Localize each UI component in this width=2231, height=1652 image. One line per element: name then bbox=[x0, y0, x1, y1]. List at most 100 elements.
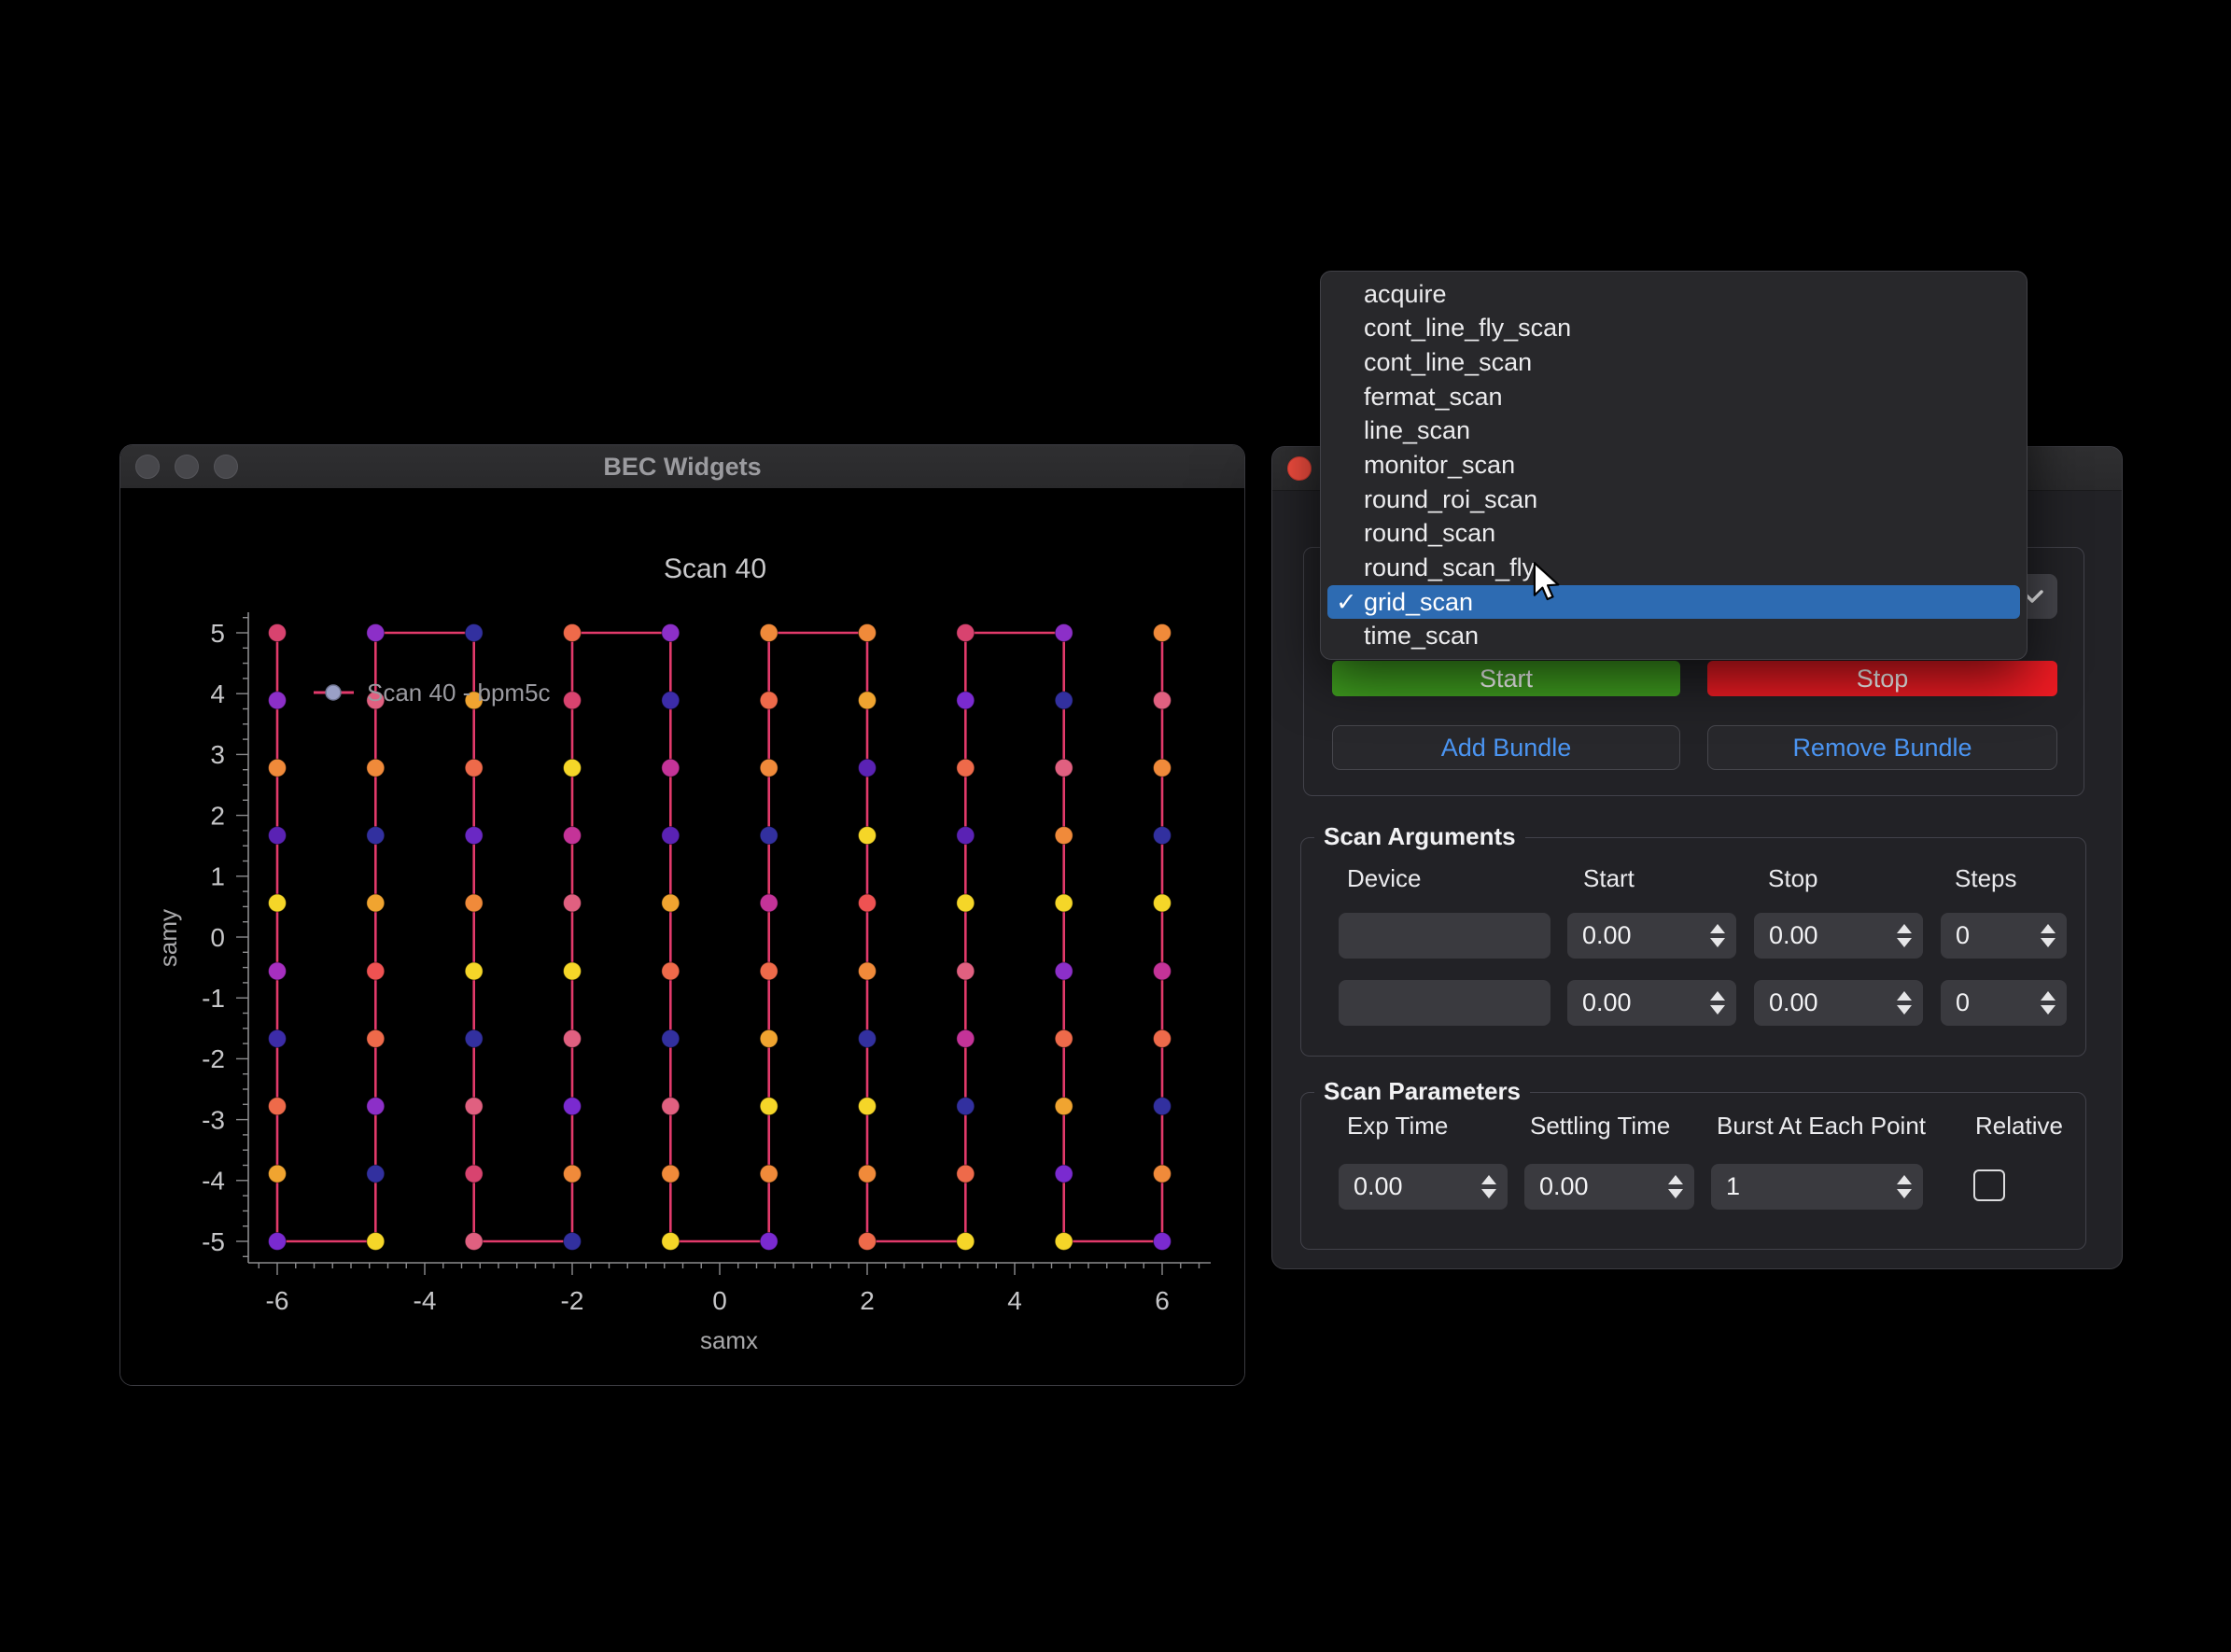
device-input[interactable] bbox=[1339, 913, 1550, 959]
svg-text:Scan 40: Scan 40 bbox=[664, 553, 766, 584]
header-steps: Steps bbox=[1955, 864, 2017, 893]
checkmark-icon: ✓ bbox=[1336, 588, 1357, 617]
svg-text:4: 4 bbox=[1007, 1286, 1022, 1315]
menu-item-label: round_scan bbox=[1364, 519, 1495, 548]
spin-down-icon[interactable] bbox=[1481, 1189, 1496, 1198]
spin-down-icon[interactable] bbox=[1897, 1005, 1912, 1015]
spin-down-icon[interactable] bbox=[1710, 1005, 1725, 1015]
svg-text:1: 1 bbox=[210, 862, 225, 891]
steps-spinbox[interactable]: 0 bbox=[1941, 913, 2067, 959]
mouse-cursor bbox=[1531, 562, 1561, 605]
spin-down-icon[interactable] bbox=[1897, 1189, 1912, 1198]
header-stop: Stop bbox=[1768, 864, 1818, 893]
menu-item-fermat_scan[interactable]: fermat_scan bbox=[1321, 380, 2027, 414]
scan-parameters-group: Scan Parameters Exp Time Settling Time B… bbox=[1300, 1092, 2086, 1250]
header-relative: Relative bbox=[1975, 1112, 2063, 1141]
menu-item-round_scan[interactable]: round_scan bbox=[1321, 516, 2027, 551]
spin-down-icon[interactable] bbox=[1710, 938, 1725, 947]
spin-down-icon[interactable] bbox=[2041, 1005, 2056, 1015]
svg-text:-2: -2 bbox=[561, 1286, 584, 1315]
menu-item-time_scan[interactable]: time_scan bbox=[1321, 619, 2027, 653]
menu-item-label: line_scan bbox=[1364, 416, 1470, 445]
settling-time-spinbox[interactable]: 0.00 bbox=[1524, 1164, 1694, 1210]
left-window-titlebar[interactable]: BEC Widgets bbox=[120, 445, 1244, 489]
menu-item-label: acquire bbox=[1364, 280, 1447, 309]
stop-button[interactable]: Stop bbox=[1707, 661, 2057, 696]
desktop: BEC Widgets Scan 40 -6 -4 -2 0 2 4 6 -5 -4 -3 -2 -1 0… bbox=[0, 0, 2231, 1652]
svg-text:2: 2 bbox=[860, 1286, 875, 1315]
svg-text:-2: -2 bbox=[202, 1044, 225, 1073]
spin-up-icon[interactable] bbox=[1710, 991, 1725, 1001]
menu-item-cont_line_fly_scan[interactable]: cont_line_fly_scan bbox=[1321, 312, 2027, 346]
exp-time-spinbox[interactable]: 0.00 bbox=[1339, 1164, 1508, 1210]
start-button[interactable]: Start bbox=[1332, 661, 1680, 696]
svg-text:3: 3 bbox=[210, 740, 225, 769]
menu-item-label: time_scan bbox=[1364, 622, 1479, 651]
spin-up-icon[interactable] bbox=[1897, 1175, 1912, 1184]
menu-item-line_scan[interactable]: line_scan bbox=[1321, 414, 2027, 449]
scan-plot[interactable]: Scan 40 -6 -4 -2 0 2 4 6 -5 -4 -3 -2 -1 0 1 2 3 4 5 samy sam… bbox=[120, 488, 1242, 1383]
bec-widgets-window: BEC Widgets Scan 40 -6 -4 -2 0 2 4 6 -5 -4 -3 -2 -1 0… bbox=[119, 444, 1245, 1386]
stop-spinbox[interactable]: 0.00 bbox=[1754, 913, 1923, 959]
relative-checkbox[interactable] bbox=[1973, 1169, 2005, 1201]
menu-item-label: monitor_scan bbox=[1364, 451, 1515, 480]
steps-spinbox[interactable]: 0 bbox=[1941, 980, 2067, 1026]
menu-item-grid_scan[interactable]: ✓grid_scan bbox=[1327, 585, 2020, 620]
svg-text:2: 2 bbox=[210, 801, 225, 830]
scan-parameters-title: Scan Parameters bbox=[1314, 1077, 1530, 1106]
spin-up-icon[interactable] bbox=[1897, 991, 1912, 1001]
svg-text:6: 6 bbox=[1155, 1286, 1170, 1315]
menu-item-round_roi_scan[interactable]: round_roi_scan bbox=[1321, 483, 2027, 517]
burst-spinbox[interactable]: 1 bbox=[1711, 1164, 1923, 1210]
scan-arguments-group: Scan Arguments Device Start Stop Steps 0… bbox=[1300, 837, 2086, 1057]
scan-arguments-title: Scan Arguments bbox=[1314, 822, 1525, 851]
svg-text:samx: samx bbox=[700, 1326, 758, 1354]
svg-text:4: 4 bbox=[210, 679, 225, 708]
spin-up-icon[interactable] bbox=[1897, 924, 1912, 933]
stop-spinbox[interactable]: 0.00 bbox=[1754, 980, 1923, 1026]
menu-item-label: cont_line_scan bbox=[1364, 348, 1532, 377]
device-input[interactable] bbox=[1339, 980, 1550, 1026]
spin-down-icon[interactable] bbox=[2041, 938, 2056, 947]
svg-text:-4: -4 bbox=[202, 1167, 225, 1196]
svg-text:0: 0 bbox=[210, 923, 225, 952]
add-bundle-button[interactable]: Add Bundle bbox=[1332, 725, 1680, 770]
header-settling-time: Settling Time bbox=[1530, 1112, 1670, 1141]
header-device: Device bbox=[1347, 864, 1421, 893]
header-burst-at-each-point: Burst At Each Point bbox=[1717, 1112, 1926, 1141]
scan-type-dropdown-menu: acquire cont_line_fly_scan cont_line_scanf… bbox=[1320, 271, 2028, 660]
svg-text:0: 0 bbox=[712, 1286, 727, 1315]
svg-text:-6: -6 bbox=[266, 1286, 289, 1315]
svg-text:-5: -5 bbox=[202, 1227, 225, 1256]
close-button[interactable] bbox=[1287, 456, 1312, 481]
spin-up-icon[interactable] bbox=[2041, 924, 2056, 933]
menu-item-monitor_scan[interactable]: monitor_scan bbox=[1321, 448, 2027, 483]
remove-bundle-button[interactable]: Remove Bundle bbox=[1707, 725, 2057, 770]
start-spinbox[interactable]: 0.00 bbox=[1567, 980, 1736, 1026]
spin-up-icon[interactable] bbox=[1710, 924, 1725, 933]
svg-text:samy: samy bbox=[154, 909, 182, 967]
menu-item-label: fermat_scan bbox=[1364, 383, 1503, 412]
spin-down-icon[interactable] bbox=[1668, 1189, 1683, 1198]
start-spinbox[interactable]: 0.00 bbox=[1567, 913, 1736, 959]
window-title: BEC Widgets bbox=[120, 453, 1244, 482]
menu-item-label: round_scan_fly bbox=[1364, 553, 1535, 582]
svg-text:-3: -3 bbox=[202, 1105, 225, 1134]
menu-item-label: grid_scan bbox=[1364, 588, 1473, 617]
svg-text:5: 5 bbox=[210, 619, 225, 648]
menu-item-label: round_roi_scan bbox=[1364, 485, 1537, 514]
menu-item-label: cont_line_fly_scan bbox=[1364, 314, 1571, 343]
svg-text:-4: -4 bbox=[414, 1286, 437, 1315]
menu-item-cont_line_scan[interactable]: cont_line_scan bbox=[1321, 345, 2027, 380]
spin-up-icon[interactable] bbox=[1668, 1175, 1683, 1184]
header-start: Start bbox=[1583, 864, 1635, 893]
menu-item-acquire[interactable]: acquire bbox=[1321, 277, 2027, 312]
spin-up-icon[interactable] bbox=[1481, 1175, 1496, 1184]
svg-text:Scan 40 - bpm5c: Scan 40 - bpm5c bbox=[367, 679, 551, 707]
menu-item-round_scan_fly[interactable]: round_scan_fly bbox=[1321, 551, 2027, 585]
plot-canvas[interactable]: Scan 40 -6 -4 -2 0 2 4 6 -5 -4 -3 -2 -1 0 1 2 3 4 5 samy sam… bbox=[120, 488, 1244, 1385]
svg-text:-1: -1 bbox=[202, 984, 225, 1013]
header-exp-time: Exp Time bbox=[1347, 1112, 1448, 1141]
spin-down-icon[interactable] bbox=[1897, 938, 1912, 947]
spin-up-icon[interactable] bbox=[2041, 991, 2056, 1001]
